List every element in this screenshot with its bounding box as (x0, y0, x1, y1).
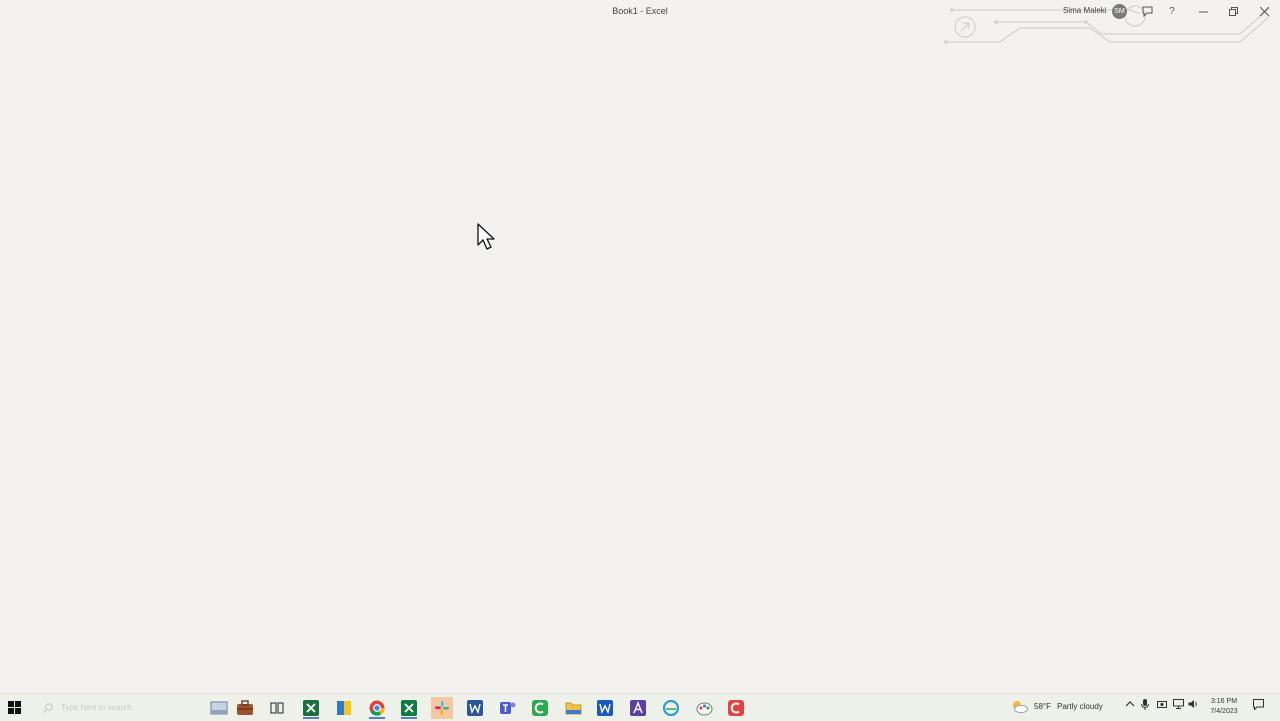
excel-icon[interactable] (300, 697, 322, 719)
search-placeholder: Type here to search (61, 703, 132, 712)
adobe-icon[interactable] (627, 697, 649, 719)
taskbar-clock[interactable]: 3:16 PM 7/4/2023 (1204, 697, 1244, 717)
excel-icon[interactable] (398, 697, 420, 719)
restore-icon[interactable] (1224, 3, 1242, 19)
help-icon[interactable]: ? (1163, 3, 1181, 19)
volume-icon[interactable] (1188, 699, 1199, 711)
clock-time: 3:16 PM (1210, 698, 1238, 705)
sticky-notes-icon[interactable] (333, 697, 355, 719)
recorder-icon[interactable] (725, 697, 747, 719)
microphone-icon[interactable] (1141, 699, 1149, 713)
search-icon (43, 703, 53, 713)
share-icon[interactable] (1138, 3, 1156, 19)
teams-icon[interactable] (497, 697, 519, 719)
briefcase-icon[interactable] (234, 697, 256, 719)
partly-cloudy-icon (1013, 701, 1028, 713)
close-icon[interactable] (1255, 3, 1273, 19)
windows-start-icon[interactable] (8, 701, 21, 714)
avatar[interactable]: SM (1112, 4, 1127, 19)
mouse-cursor-icon (477, 223, 495, 250)
weather-widget[interactable]: 58°F Partly cloudy (1010, 700, 1103, 713)
folder-icon[interactable] (562, 697, 584, 719)
window-title-bar: Book1 - Excel Sima Maleki SM ? (0, 0, 1280, 44)
word-icon[interactable] (464, 697, 486, 719)
user-name: Sima Maleki (1063, 6, 1107, 15)
camera-icon[interactable] (1157, 699, 1167, 711)
task-view-icon[interactable] (266, 697, 288, 719)
edge-icon[interactable] (660, 697, 682, 719)
paint-icon[interactable] (693, 697, 715, 719)
network-icon[interactable] (1173, 699, 1184, 711)
clock-date: 7/4/2023 (1210, 708, 1238, 715)
minimize-icon[interactable] (1194, 3, 1212, 19)
taskbar-search[interactable]: Type here to search (33, 694, 203, 721)
word-icon[interactable] (594, 697, 616, 719)
chevron-up-icon[interactable] (1125, 699, 1135, 711)
chrome-icon[interactable] (366, 697, 388, 719)
notification-icon[interactable] (1253, 699, 1264, 712)
weather-condition: Partly cloudy (1056, 702, 1103, 711)
file-explorer-icon[interactable] (208, 697, 230, 719)
weather-temp: 58°F (1034, 702, 1051, 711)
taskbar: Type here to search 58°F Partly cloudy 3… (0, 693, 1280, 721)
slack-icon[interactable] (431, 697, 453, 719)
camtasia-icon[interactable] (529, 697, 551, 719)
